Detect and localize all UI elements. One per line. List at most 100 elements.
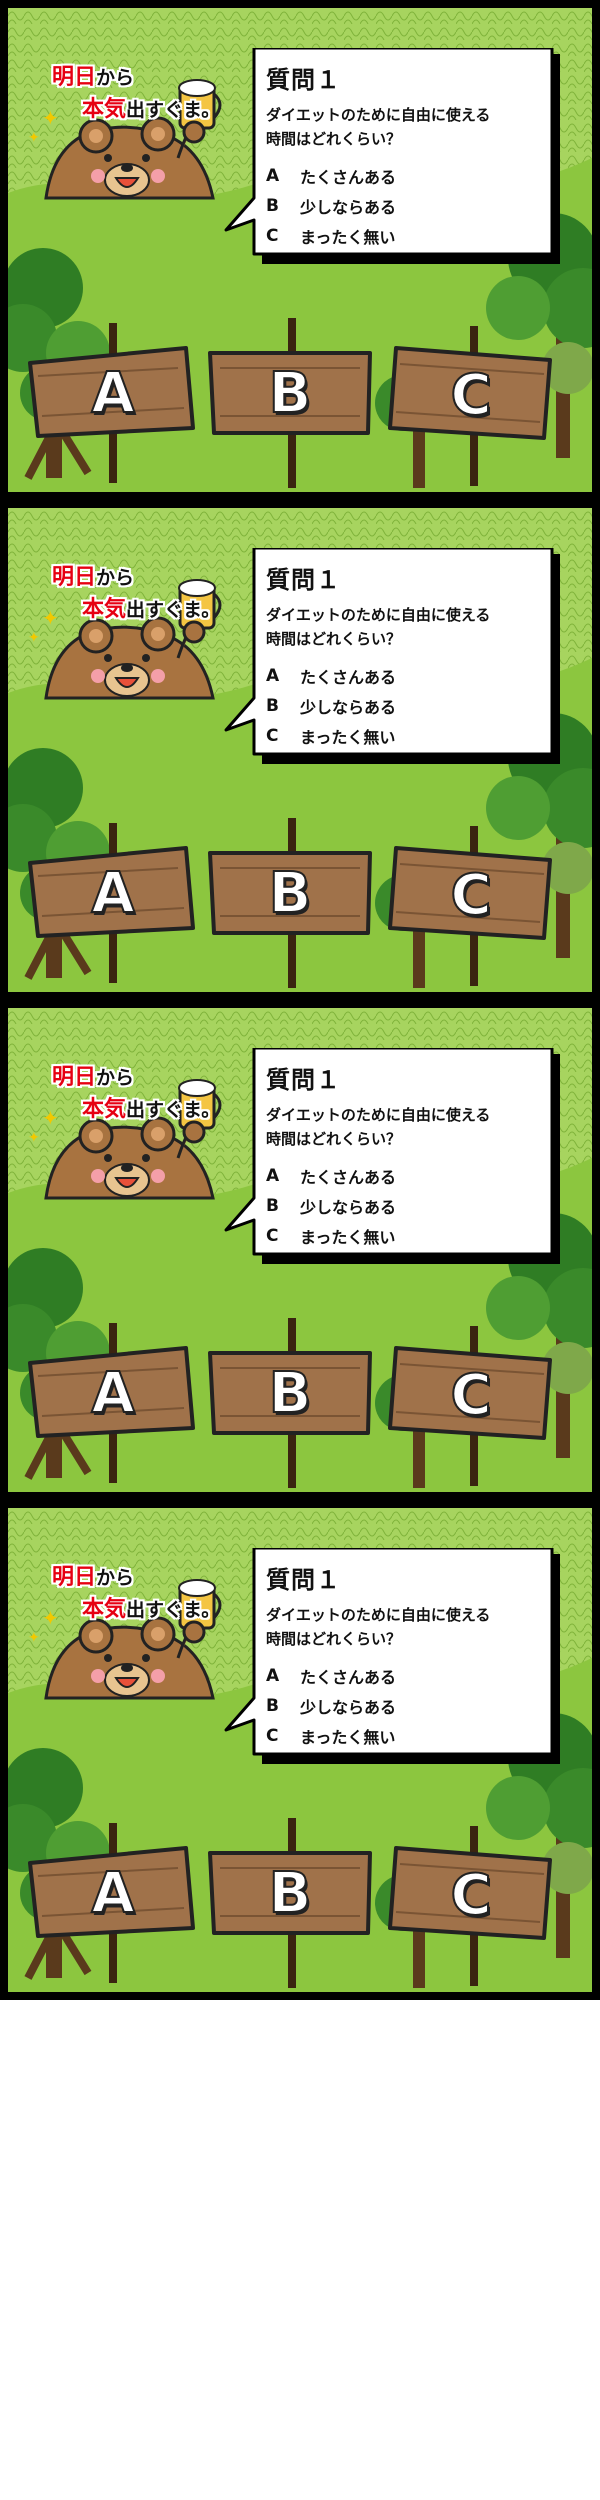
sign-label-a[interactable]: A	[38, 1358, 188, 1428]
caption-black-text: から	[96, 567, 135, 589]
sign-label-a[interactable]: A	[38, 1858, 188, 1928]
caption-black-text: から	[96, 67, 135, 89]
sign-label-b[interactable]: B	[215, 1358, 365, 1428]
option-label: 少しならある	[300, 198, 397, 217]
caption-line-2: 本気出すぐま。	[52, 1094, 220, 1126]
sign-label-c[interactable]: C	[396, 1360, 546, 1430]
sparkle-icon: ✦	[28, 1130, 40, 1146]
question-text: ダイエットのために自由に使える 時間はどれくらい？	[266, 603, 544, 651]
sign-label-c[interactable]: C	[396, 860, 546, 930]
answer-option-b[interactable]: B 少しならある	[266, 1691, 544, 1721]
answer-option-a[interactable]: A たくさんある	[266, 1661, 544, 1691]
answer-option-c[interactable]: C まったく無い	[266, 1221, 544, 1251]
question-bubble: 質問１ ダイエットのために自由に使える 時間はどれくらい？ A たくさんある B…	[224, 1548, 560, 1764]
option-label: 少しならある	[300, 1698, 397, 1717]
caption-red-text: 明日	[52, 65, 97, 90]
option-label: たくさんある	[300, 168, 397, 187]
question-text-line: 時間はどれくらい？	[266, 1630, 402, 1648]
sign-letter: A	[90, 1360, 135, 1427]
sparkle-icon: ✦	[28, 130, 40, 146]
caption-black-text: 出すぐま。	[126, 99, 221, 121]
question-bubble: 質問１ ダイエットのために自由に使える 時間はどれくらい？ A たくさんある B…	[224, 48, 560, 264]
question-text: ダイエットのために自由に使える 時間はどれくらい？	[266, 1103, 544, 1151]
sign-label-c[interactable]: C	[396, 1860, 546, 1930]
caption-black-text: 出すぐま。	[126, 1599, 221, 1621]
caption-black-text: から	[96, 1067, 135, 1089]
option-label: まったく無い	[300, 728, 396, 747]
sign-letter: A	[90, 360, 135, 427]
question-content: 質問１ ダイエットのために自由に使える 時間はどれくらい？ A たくさんある B…	[266, 560, 544, 751]
caption-line-2: 本気出すぐま。	[52, 1594, 220, 1626]
sign-letter: B	[268, 1360, 313, 1427]
question-bubble: 質問１ ダイエットのために自由に使える 時間はどれくらい？ A たくさんある B…	[224, 548, 560, 764]
option-letter: B	[266, 196, 279, 216]
question-text-line: ダイエットのために自由に使える	[266, 106, 491, 124]
question-text-line: 時間はどれくらい？	[266, 1130, 402, 1148]
option-letter: B	[266, 1196, 279, 1216]
panel-scene: ✦ ✦ 明日から 本気出すぐま。 質問１ ダイエットのために自由に使える 時間は…	[8, 8, 592, 492]
option-label: まったく無い	[300, 228, 396, 247]
caption-red-text: 本気	[82, 597, 127, 622]
panel-scene: ✦ ✦ 明日から 本気出すぐま。 質問１ ダイエットのために自由に使える 時間は…	[8, 1008, 592, 1492]
question-text-line: 時間はどれくらい？	[266, 130, 402, 148]
question-text-line: ダイエットのために自由に使える	[266, 1606, 491, 1624]
caption-red-text: 明日	[52, 1065, 97, 1090]
answer-option-c[interactable]: C まったく無い	[266, 721, 544, 751]
option-letter: A	[266, 166, 280, 186]
caption-line-1: 明日から	[52, 1062, 220, 1094]
quiz-panel: ✦ ✦ 明日から 本気出すぐま。 質問１ ダイエットのために自由に使える 時間は…	[0, 500, 600, 1000]
answer-option-a[interactable]: A たくさんある	[266, 661, 544, 691]
bear-caption: 明日から 本気出すぐま。	[52, 62, 220, 126]
bear-caption: 明日から 本気出すぐま。	[52, 1062, 220, 1126]
answer-option-c[interactable]: C まったく無い	[266, 1721, 544, 1751]
answer-option-b[interactable]: B 少しならある	[266, 691, 544, 721]
question-text: ダイエットのために自由に使える 時間はどれくらい？	[266, 1603, 544, 1651]
sign-letter: B	[268, 360, 313, 427]
sign-label-a[interactable]: A	[38, 358, 188, 428]
answer-option-c[interactable]: C まったく無い	[266, 221, 544, 251]
option-letter: C	[266, 726, 279, 746]
option-letter: C	[266, 226, 279, 246]
sign-letter: C	[449, 862, 492, 929]
question-text: ダイエットのために自由に使える 時間はどれくらい？	[266, 103, 544, 151]
sign-letter: C	[449, 1362, 492, 1429]
question-content: 質問１ ダイエットのために自由に使える 時間はどれくらい？ A たくさんある B…	[266, 1060, 544, 1251]
option-letter: C	[266, 1226, 279, 1246]
option-label: たくさんある	[300, 1168, 397, 1187]
answer-option-a[interactable]: A たくさんある	[266, 1161, 544, 1191]
question-text-line: ダイエットのために自由に使える	[266, 1106, 491, 1124]
caption-red-text: 明日	[52, 565, 97, 590]
sign-label-b[interactable]: B	[215, 1858, 365, 1928]
bear-caption: 明日から 本気出すぐま。	[52, 562, 220, 626]
sign-letter: C	[449, 1862, 492, 1929]
option-label: まったく無い	[300, 1228, 396, 1247]
caption-line-1: 明日から	[52, 62, 220, 94]
question-text-line: ダイエットのために自由に使える	[266, 606, 491, 624]
option-label: 少しならある	[300, 698, 397, 717]
question-title: 質問１	[266, 66, 341, 94]
panel-scene: ✦ ✦ 明日から 本気出すぐま。 質問１ ダイエットのために自由に使える 時間は…	[8, 1508, 592, 1992]
sparkle-icon: ✦	[28, 1630, 40, 1646]
sign-label-b[interactable]: B	[215, 358, 365, 428]
answer-option-b[interactable]: B 少しならある	[266, 191, 544, 221]
option-letter: B	[266, 696, 279, 716]
question-content: 質問１ ダイエットのために自由に使える 時間はどれくらい？ A たくさんある B…	[266, 60, 544, 251]
option-letter: A	[266, 1666, 280, 1686]
sign-label-c[interactable]: C	[396, 360, 546, 430]
sign-label-b[interactable]: B	[215, 858, 365, 928]
sign-letter: C	[449, 362, 492, 429]
answer-option-a[interactable]: A たくさんある	[266, 161, 544, 191]
caption-line-2: 本気出すぐま。	[52, 594, 220, 626]
quiz-panel: ✦ ✦ 明日から 本気出すぐま。 質問１ ダイエットのために自由に使える 時間は…	[0, 1500, 600, 2000]
caption-black-text: から	[96, 1567, 135, 1589]
question-title: 質問１	[266, 566, 341, 594]
option-label: 少しならある	[300, 1198, 397, 1217]
sign-label-a[interactable]: A	[38, 858, 188, 928]
answer-option-b[interactable]: B 少しならある	[266, 1191, 544, 1221]
sparkle-icon: ✦	[28, 630, 40, 646]
option-letter: C	[266, 1726, 279, 1746]
option-label: たくさんある	[300, 1668, 397, 1687]
option-letter: B	[266, 1696, 279, 1716]
bear-caption: 明日から 本気出すぐま。	[52, 1562, 220, 1626]
caption-line-1: 明日から	[52, 562, 220, 594]
